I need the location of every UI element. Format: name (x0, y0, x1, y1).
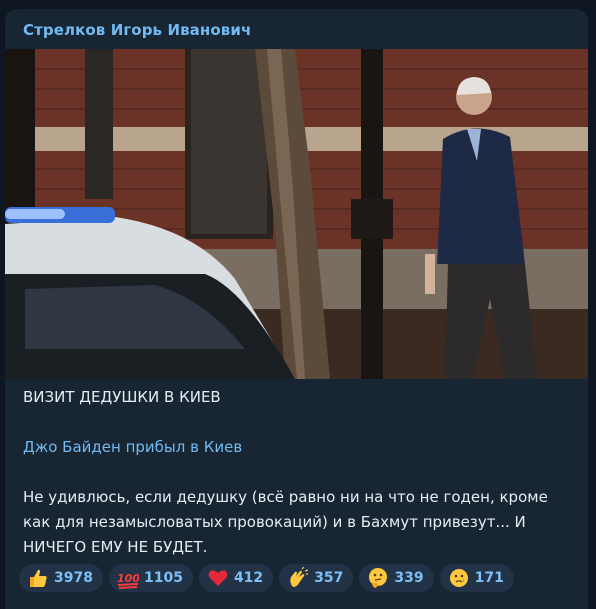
reaction-count: 171 (474, 570, 504, 586)
reactions-bar: 3978 100 1105 412 357 339 171 (19, 564, 514, 592)
reaction-count: 1105 (143, 570, 183, 586)
reaction-clap[interactable]: 357 (279, 564, 354, 592)
reaction-count: 3978 (54, 570, 93, 586)
reaction-heart[interactable]: 412 (198, 564, 274, 592)
post-body-text: Не удивлюсь, если дедушку (всё равно ни … (23, 488, 548, 556)
reaction-count: 339 (394, 570, 424, 586)
reaction-thumbs-up[interactable]: 3978 (19, 564, 103, 592)
hundred-points-icon: 100 (117, 572, 139, 589)
reaction-thinking[interactable]: 339 (359, 564, 434, 592)
svg-text:100: 100 (117, 572, 139, 585)
thinking-face-icon (369, 568, 388, 588)
thumbs-up-icon (30, 569, 47, 587)
clapping-hands-icon (290, 567, 309, 587)
article-link[interactable]: Джо Байден прибыл в Киев (23, 435, 242, 460)
reaction-count: 412 (233, 570, 264, 586)
photo-illustration (5, 49, 588, 379)
post-heading: ВИЗИТ ДЕДУШКИ В КИЕВ (23, 388, 221, 406)
channel-post: Стрелков Игорь Иванович ВИЗИТ ДЕДУШКИ В … (5, 9, 588, 609)
red-heart-icon (208, 570, 228, 586)
crying-face-icon (449, 569, 468, 587)
reaction-hundred[interactable]: 100 1105 (108, 564, 193, 592)
reaction-count: 357 (314, 570, 344, 586)
reaction-crying[interactable]: 171 (439, 564, 514, 592)
channel-name[interactable]: Стрелков Игорь Иванович (23, 21, 251, 39)
post-photo[interactable] (5, 49, 588, 379)
